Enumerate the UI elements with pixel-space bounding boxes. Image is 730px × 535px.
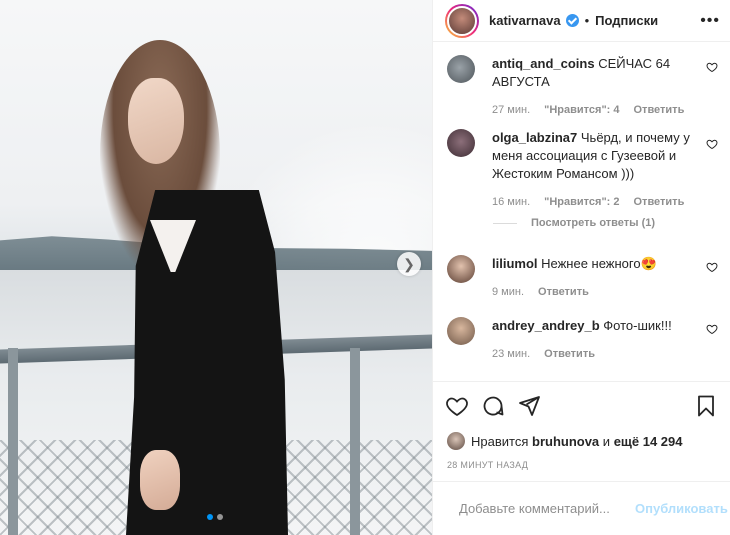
likes-prefix: Нравится: [471, 433, 529, 449]
publish-button[interactable]: Опубликовать: [635, 501, 728, 516]
comment-meta: 23 мин. Ответить: [492, 345, 704, 363]
comment-body: liliumol Нежнее нежного😍 9 мин. Ответить: [492, 255, 704, 301]
heart-eyes-emoji: 😍: [640, 256, 657, 271]
commenter-avatar[interactable]: [447, 55, 475, 83]
commenter-username[interactable]: antiq_and_coins: [492, 56, 595, 71]
story-ring[interactable]: [445, 3, 479, 38]
comment-body: olga_labzina7 Чьёрд, и почему у меня асс…: [492, 129, 704, 211]
comment-item: andrey_andrey_b Фото-шик!!! 23 мин. Отве…: [447, 317, 720, 363]
commenter-username[interactable]: andrey_andrey_b: [492, 318, 600, 333]
comment-item: olga_labzina7 Чьёрд, и почему у меня асс…: [447, 129, 720, 211]
view-replies-label[interactable]: Посмотреть ответы (1): [531, 217, 655, 229]
comment-item: liliumol Нежнее нежного😍 9 мин. Ответить: [447, 255, 720, 301]
comments-list[interactable]: antiq_and_coins СЕЙЧАС 64 АВГУСТА 27 мин…: [433, 43, 730, 380]
author-username[interactable]: kativarnava: [489, 13, 561, 28]
comment-body: andrey_andrey_b Фото-шик!!! 23 мин. Отве…: [492, 317, 704, 363]
comment-item: antiq_and_coins СЕЙЧАС 64 АВГУСТА 27 мин…: [447, 55, 720, 119]
replies-divider: [493, 222, 517, 224]
share-paper-plane-icon[interactable]: [517, 394, 541, 418]
like-heart-icon[interactable]: [445, 394, 469, 418]
comment-meta: 27 мин. "Нравится": 4 Ответить: [492, 101, 704, 119]
carousel-next-button[interactable]: ❯: [397, 252, 421, 276]
commenter-avatar[interactable]: [447, 129, 475, 157]
railing-post: [350, 348, 360, 535]
comment-meta: 16 мин. "Нравится": 2 Ответить: [492, 193, 704, 211]
more-options-icon[interactable]: •••: [700, 12, 720, 30]
add-comment-bar: Опубликовать: [433, 481, 730, 535]
commenter-username[interactable]: olga_labzina7: [492, 130, 577, 145]
post-actions-bar: [433, 381, 730, 433]
comment-likes-count[interactable]: "Нравится": 4: [544, 101, 619, 119]
save-bookmark-icon[interactable]: [694, 394, 718, 418]
chevron-right-icon: ❯: [403, 256, 415, 272]
commenter-username[interactable]: liliumol: [492, 256, 538, 271]
post-header: kativarnava • Подписки •••: [433, 0, 730, 42]
comment-body: antiq_and_coins СЕЙЧАС 64 АВГУСТА 27 мин…: [492, 55, 704, 119]
likes-count[interactable]: ещё 14 294: [614, 434, 683, 449]
carousel-dot: [217, 514, 223, 520]
post-sidebar: kativarnava • Подписки ••• antiq_and_coi…: [432, 0, 730, 535]
comment-time[interactable]: 23 мин.: [492, 345, 530, 363]
header-separator: •: [584, 13, 590, 28]
commenter-avatar[interactable]: [447, 255, 475, 283]
post-photo[interactable]: ❯: [0, 0, 432, 535]
comment-time[interactable]: 16 мин.: [492, 193, 530, 211]
like-comment-heart-icon[interactable]: [706, 138, 718, 150]
carousel-indicator: [207, 514, 223, 520]
comment-time[interactable]: 27 мин.: [492, 101, 530, 119]
likes-conjunction: и: [602, 433, 611, 449]
avatar[interactable]: [447, 5, 477, 36]
comment-likes-count[interactable]: "Нравится": 2: [544, 193, 619, 211]
reply-button[interactable]: Ответить: [538, 283, 589, 301]
like-comment-heart-icon[interactable]: [706, 261, 718, 273]
post-timestamp[interactable]: 28 МИНУТ НАЗАД: [447, 460, 528, 470]
railing-post: [8, 348, 18, 535]
woman-hand: [140, 450, 180, 510]
comment-input[interactable]: [459, 501, 635, 516]
following-button[interactable]: Подписки: [595, 13, 658, 28]
likes-summary: Нравится bruhunova и ещё 14 294: [447, 432, 683, 450]
reply-button[interactable]: Ответить: [544, 345, 595, 363]
liker-username[interactable]: bruhunova: [532, 434, 599, 449]
like-comment-heart-icon[interactable]: [706, 323, 718, 335]
carousel-dot-active: [207, 514, 213, 520]
verified-badge-icon: [565, 14, 579, 27]
view-replies-button[interactable]: Посмотреть ответы (1): [493, 217, 655, 229]
comment-bubble-icon[interactable]: [481, 394, 505, 418]
reply-button[interactable]: Ответить: [634, 193, 685, 211]
like-comment-heart-icon[interactable]: [706, 61, 718, 73]
comment-time[interactable]: 9 мин.: [492, 283, 524, 301]
liker-avatar[interactable]: [447, 432, 465, 450]
comment-text: Фото-шик!!!: [603, 318, 672, 333]
woman-face: [128, 78, 184, 164]
reply-button[interactable]: Ответить: [634, 101, 685, 119]
commenter-avatar[interactable]: [447, 317, 475, 345]
comment-text: Нежнее нежного: [541, 256, 641, 271]
comment-meta: 9 мин. Ответить: [492, 283, 704, 301]
